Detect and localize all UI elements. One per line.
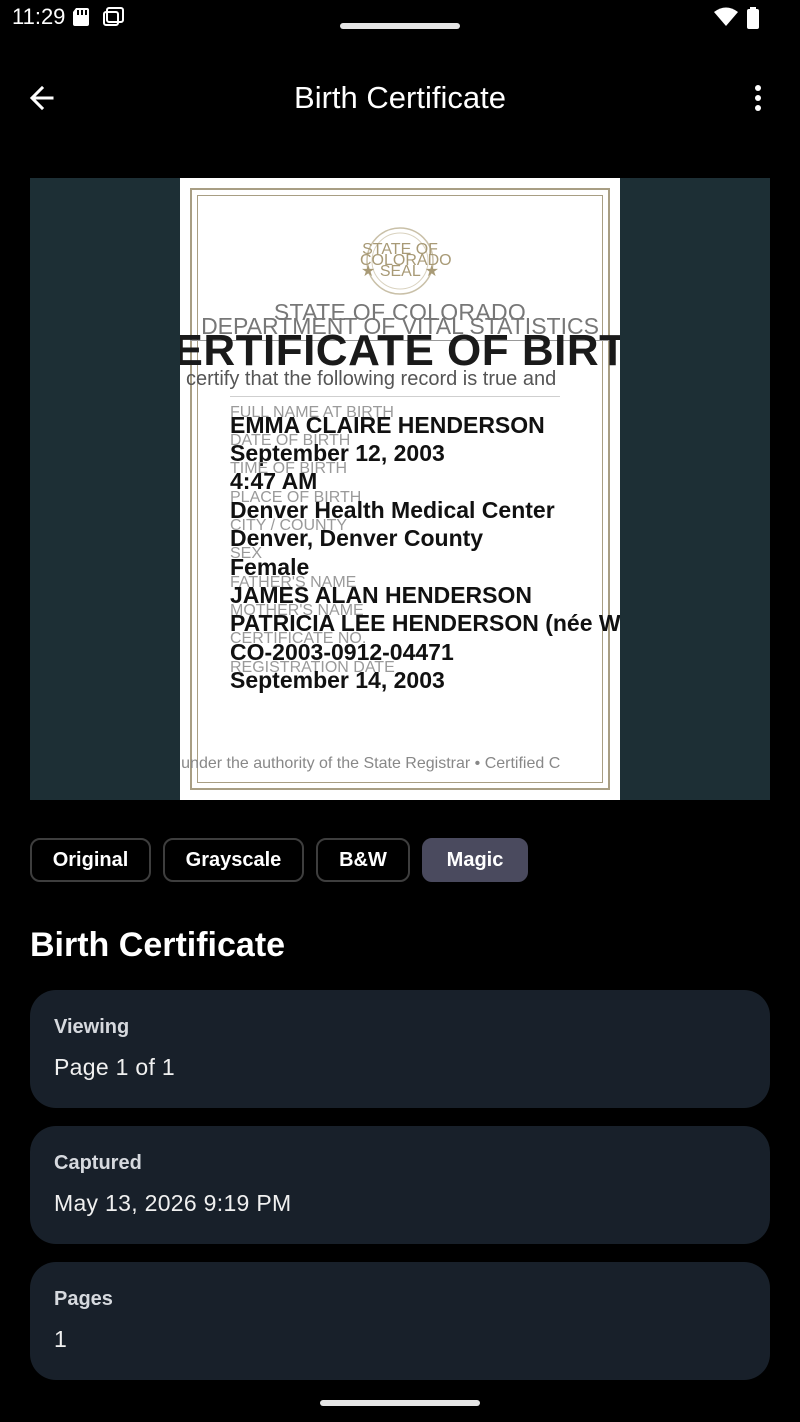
more-options-button[interactable] bbox=[736, 78, 780, 122]
info-card-viewing: Viewing Page 1 of 1 bbox=[30, 990, 770, 1108]
filter-chip-bw[interactable]: B&W bbox=[316, 838, 410, 882]
card-value: May 13, 2026 9:19 PM bbox=[54, 1190, 292, 1216]
field-value: Denver, Denver County bbox=[230, 525, 484, 551]
divider bbox=[230, 396, 560, 397]
sd-card-icon bbox=[72, 7, 90, 32]
filter-chip-original[interactable]: Original bbox=[30, 838, 151, 882]
field-value: September 14, 2003 bbox=[230, 667, 445, 693]
document-title: Birth Certificate bbox=[30, 926, 286, 964]
seal-line-3: ★ SEAL ★ bbox=[361, 263, 439, 280]
app-bar-title: Birth Certificate bbox=[294, 80, 506, 115]
app-bar: Birth Certificate bbox=[0, 60, 800, 140]
state-seal: STATE OF COLORADO ★ SEAL ★ bbox=[360, 226, 452, 296]
card-label: Viewing bbox=[54, 1016, 130, 1038]
card-value: 1 bbox=[54, 1326, 68, 1352]
status-bar: 11:29 bbox=[0, 0, 800, 40]
info-card-captured: Captured May 13, 2026 9:19 PM bbox=[30, 1126, 770, 1244]
certify-statement: certify that the following record is tru… bbox=[186, 368, 557, 390]
certificate-page: STATE OF COLORADO ★ SEAL ★ STATE OF COLO… bbox=[180, 178, 620, 800]
filter-chip-magic[interactable]: Magic bbox=[422, 838, 528, 882]
document-preview[interactable]: STATE OF COLORADO ★ SEAL ★ STATE OF COLO… bbox=[30, 178, 770, 800]
certificate-footer: ued under the authority of the State Reg… bbox=[180, 755, 561, 772]
more-vert-icon bbox=[753, 84, 763, 117]
wifi-icon bbox=[714, 7, 738, 32]
status-time: 11:29 bbox=[12, 4, 66, 29]
screenshot-icon bbox=[103, 7, 125, 32]
battery-icon bbox=[746, 7, 760, 34]
filter-chip-grayscale[interactable]: Grayscale bbox=[163, 838, 304, 882]
camera-notch-pill bbox=[340, 23, 460, 29]
card-value: Page 1 of 1 bbox=[54, 1054, 175, 1080]
info-card-pages: Pages 1 bbox=[30, 1262, 770, 1380]
home-indicator[interactable] bbox=[320, 1400, 480, 1406]
card-label: Pages bbox=[54, 1288, 113, 1310]
card-label: Captured bbox=[54, 1152, 142, 1174]
